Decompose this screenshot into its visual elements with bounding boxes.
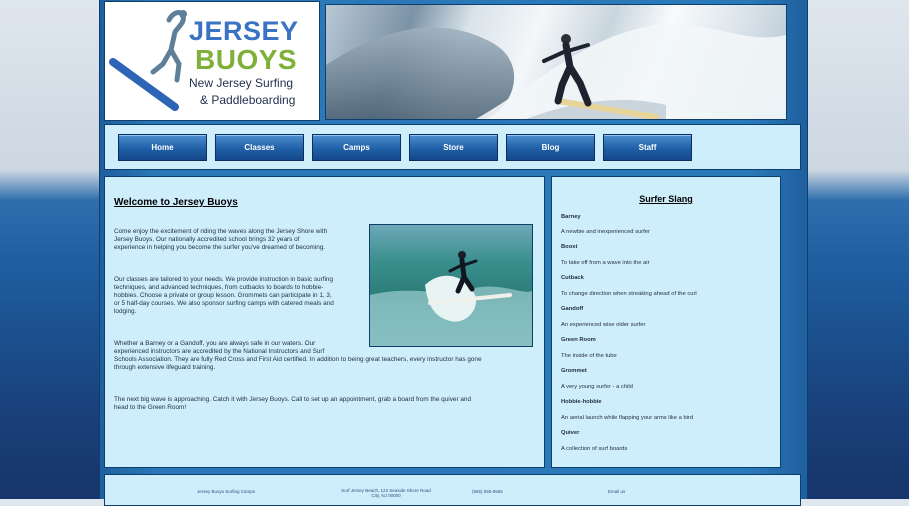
slang-definition: An aerial launch while flapping your arm… xyxy=(561,415,694,421)
classes-line: Our classes are tailored to your needs. … xyxy=(114,276,334,283)
cta-paragraph: The next big wave is approaching. Catch … xyxy=(114,396,539,412)
cta-line: The next big wave is approaching. Catch … xyxy=(114,396,472,403)
safety-paragraph: Whether a Barney or a Gandoff, you are a… xyxy=(114,340,539,372)
safety-line: Whether a Barney or a Gandoff, you are a… xyxy=(114,340,316,347)
classes-paragraph: Our classes are tailored to your needs. … xyxy=(114,276,366,316)
slang-definition: A collection of surf boards xyxy=(561,446,628,452)
nav-store-button[interactable]: Store xyxy=(409,134,498,161)
footer-phone[interactable]: (555) 555-5555 xyxy=(472,489,503,494)
page-title: Welcome to Jersey Buoys xyxy=(114,197,238,208)
slang-term: Hobbie-hobbie xyxy=(561,399,602,405)
logo-line-buoys: BUOYS xyxy=(195,44,298,75)
hero-surf-photo xyxy=(325,4,787,120)
intro-line: Come enjoy the excitement of riding the … xyxy=(114,228,328,235)
site-footer: Jersey Buoys Surfing Camps Surf Jersey B… xyxy=(104,474,801,506)
site-logo[interactable]: JERSEY BUOYS New Jersey Surfing & Paddle… xyxy=(104,1,320,121)
intro-line: experience in helping you become the sur… xyxy=(114,244,326,251)
surfer-slang-sidebar: Surfer Slang Barney A newbie and inexper… xyxy=(551,176,781,468)
intro-line: Jersey Buoys. Our nationally accredited … xyxy=(114,236,300,243)
surfer-photo xyxy=(369,224,533,347)
nav-blog-button[interactable]: Blog xyxy=(506,134,595,161)
sidebar-title: Surfer Slang xyxy=(639,194,693,204)
footer-address: Surf Jersey Beach, 123 Seaside Shore Roa… xyxy=(336,488,436,498)
slang-term: Green Room xyxy=(561,337,596,343)
intro-paragraph: Come enjoy the excitement of riding the … xyxy=(114,228,366,252)
nav-staff-button[interactable]: Staff xyxy=(603,134,692,161)
slang-term: Cutback xyxy=(561,275,584,281)
safety-line: experienced instructors are accredited b… xyxy=(114,348,325,355)
slang-definition: To change direction when streaking ahead… xyxy=(561,291,697,297)
slang-term: Barney xyxy=(561,214,581,220)
classes-line: techniques, and advanced techniques, fro… xyxy=(114,284,324,291)
wave-image-icon xyxy=(326,24,786,119)
nav-camps-button[interactable]: Camps xyxy=(312,134,401,161)
footer-email-link[interactable]: Email us xyxy=(608,489,625,494)
slang-term: Grommet xyxy=(561,368,587,374)
slang-term: Quiver xyxy=(561,430,580,436)
slang-definition: The inside of the tube xyxy=(561,353,617,359)
slang-definition: To take off from a wave into the air xyxy=(561,260,650,266)
surfer-image-icon xyxy=(370,251,532,346)
logo-line-jersey: JERSEY xyxy=(189,16,299,46)
cta-line: head to the Green Room! xyxy=(114,404,187,411)
classes-line: or 5 half-day courses. We also sponsor s… xyxy=(114,300,334,307)
classes-line: hobbies. Choose a private or group lesso… xyxy=(114,292,332,299)
slang-term: Boost xyxy=(561,244,578,250)
footer-address-line: City, NJ 00000 xyxy=(371,493,401,498)
safety-line: through extensive lifeguard training. xyxy=(114,364,216,371)
classes-line: lodging. xyxy=(114,308,137,315)
footer-company: Jersey Buoys Surfing Camps xyxy=(197,489,256,494)
logo-tagline-1: New Jersey Surfing xyxy=(189,76,294,90)
slang-definition: An experienced wise older surfer xyxy=(561,322,646,328)
main-content-panel: Welcome to Jersey Buoys Come enjoy the e… xyxy=(104,176,545,468)
slang-definition: A newbie and inexperienced surfer xyxy=(561,229,650,235)
nav-home-button[interactable]: Home xyxy=(118,134,207,161)
slang-definition: A very young surfer - a child xyxy=(561,384,633,390)
slang-term: Gandoff xyxy=(561,306,584,312)
nav-classes-button[interactable]: Classes xyxy=(215,134,304,161)
main-navigation: Home Classes Camps Store Blog Staff xyxy=(104,124,801,170)
safety-line: Schools Association. They are fully Red … xyxy=(114,356,482,363)
logo-tagline-2: & Paddleboarding xyxy=(200,93,296,107)
